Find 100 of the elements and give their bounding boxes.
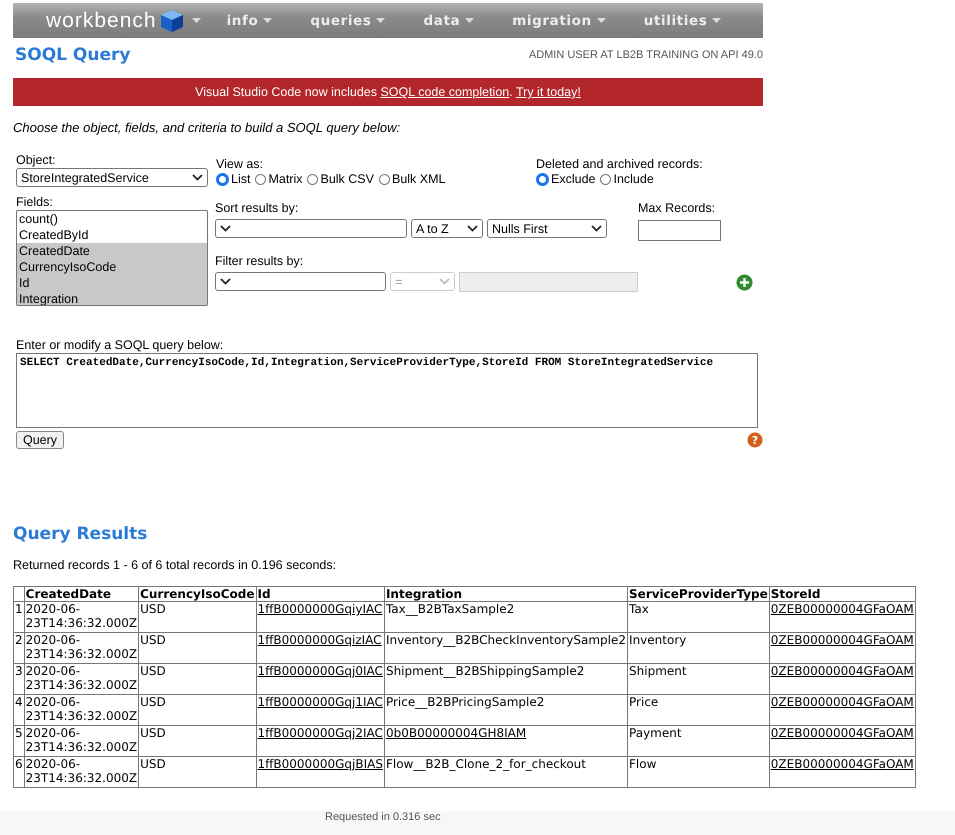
radio-label: Exclude [551, 172, 596, 186]
object-label: Object: [16, 153, 57, 167]
table-cell: USD [138, 602, 256, 632]
radio-button[interactable] [255, 174, 266, 184]
record-link[interactable]: 1ffB0000000Gqj0IAC [258, 664, 383, 678]
deleted-records-label: Deleted and archived records: [536, 157, 703, 171]
radio-label: List [231, 172, 250, 186]
column-header: CreatedDate [24, 586, 139, 602]
record-link[interactable]: 1ffB0000000Gqj1IAC [258, 695, 383, 709]
help-icon[interactable]: ? [747, 432, 763, 448]
row-number: 6 [14, 756, 24, 788]
table-cell: Payment [628, 726, 770, 756]
table-cell: Inventory [628, 632, 770, 664]
field-option[interactable]: CreatedDate [17, 243, 207, 259]
query-label: Enter or modify a SOQL query below: [16, 338, 224, 352]
table-cell: Price [628, 694, 770, 726]
table-cell: 2020-06-23T14:36:32.000Z [24, 756, 139, 788]
add-icon[interactable] [736, 274, 753, 291]
field-option[interactable]: CreatedById [17, 227, 207, 243]
table-cell: Price__B2BPricingSample2 [384, 694, 628, 726]
radio-button[interactable] [216, 172, 229, 186]
table-cell: 2020-06-23T14:36:32.000Z [24, 602, 139, 632]
radio-label: Bulk XML [392, 172, 446, 186]
banner-text: Visual Studio Code now includes [195, 85, 378, 99]
record-link[interactable]: 0b0B00000004GH8IAM [386, 726, 526, 740]
record-link[interactable]: 0ZEB00000004GFaOAM [770, 602, 914, 616]
request-time: Requested in 0.316 sec [325, 811, 441, 823]
chevron-down-icon [438, 278, 450, 285]
record-link[interactable]: 0ZEB00000004GFaOAM [770, 664, 914, 678]
table-cell: 2020-06-23T14:36:32.000Z [24, 632, 139, 664]
object-dropdown[interactable]: StoreIntegratedService [16, 168, 208, 187]
fields-label: Fields: [16, 195, 54, 209]
filter-label: Filter results by: [215, 254, 304, 268]
sort-label: Sort results by: [215, 201, 300, 215]
logo-text: workbench [46, 8, 157, 32]
field-option[interactable]: CurrencyIsoCode [17, 259, 207, 275]
query-button[interactable]: Query [16, 431, 64, 449]
radio-button[interactable] [536, 172, 549, 186]
field-option[interactable]: count() [17, 211, 207, 227]
record-link[interactable]: 0ZEB00000004GFaOAM [770, 726, 914, 740]
row-number: 5 [14, 726, 24, 756]
view-as-label: View as: [216, 157, 264, 171]
field-option[interactable]: Id [17, 275, 207, 291]
record-link[interactable]: 1ffB0000000GqiyIAC [258, 602, 382, 616]
column-header: StoreId [769, 586, 916, 602]
sort-field-dropdown[interactable] [215, 219, 407, 238]
page-title: SOQL Query [15, 45, 130, 65]
column-header: CurrencyIsoCode [138, 586, 256, 602]
table-cell: Flow__B2B_Clone_2_for_checkout [384, 756, 628, 788]
table-cell: USD [138, 726, 256, 756]
table-cell: USD [138, 632, 256, 664]
table-cell: Shipment__B2BShippingSample2 [384, 664, 628, 694]
chevron-down-icon [220, 278, 231, 285]
nulls-order-dropdown[interactable]: Nulls First [487, 219, 607, 238]
max-records-label: Max Records: [638, 201, 716, 215]
caret-icon [263, 18, 272, 23]
record-link[interactable]: 1ffB0000000GqjBIAS [258, 757, 383, 771]
row-number: 3 [14, 664, 24, 694]
record-link[interactable]: 0ZEB00000004GFaOAM [770, 757, 914, 771]
row-number: 4 [14, 694, 24, 726]
record-link[interactable]: 1ffB0000000Gqj2IAC [258, 726, 383, 740]
column-header: Integration [384, 586, 628, 602]
chevron-down-icon [192, 174, 203, 181]
caret-icon [712, 18, 722, 23]
table-cell: Tax__B2BTaxSample2 [384, 602, 628, 632]
banner-text: . [509, 85, 514, 99]
max-records-field[interactable] [638, 220, 721, 241]
table-cell: 2020-06-23T14:36:32.000Z [24, 664, 139, 694]
radio-button[interactable] [307, 174, 318, 184]
column-header: ServiceProviderType [628, 586, 770, 602]
radio-button[interactable] [600, 174, 612, 184]
chevron-down-icon [220, 225, 231, 232]
filter-value-field[interactable] [458, 272, 638, 292]
caret-icon [465, 18, 474, 23]
table-cell: USD [138, 756, 256, 788]
row-number: 2 [14, 632, 24, 664]
radio-label: Matrix [268, 172, 302, 186]
radio-button[interactable] [378, 174, 390, 184]
filter-field-dropdown[interactable] [215, 272, 386, 291]
instructions-text: Choose the object, fields, and criteria to build a SOQL query below: [13, 120, 402, 135]
record-link[interactable]: 0ZEB00000004GFaOAM [770, 633, 914, 647]
table-cell: Inventory__B2BCheckInventorySample2 [384, 632, 628, 664]
sort-direction-dropdown[interactable]: A to Z [411, 219, 483, 238]
results-summary: Returned records 1 - 6 of 6 total records in 0.196 seconds: [13, 558, 338, 572]
table-cell: 2020-06-23T14:36:32.000Z [24, 726, 139, 756]
table-cell: Shipment [628, 664, 770, 694]
table-cell: Flow [628, 756, 770, 788]
banner-link[interactable]: Try it today! [516, 85, 581, 99]
radio-label: Include [613, 172, 654, 186]
caret-icon [596, 18, 606, 23]
caret-icon [376, 18, 386, 23]
cube-icon [158, 8, 185, 34]
banner-link[interactable]: SOQL code completion [380, 85, 510, 99]
query-text-area[interactable]: SELECT CreatedDate,CurrencyIsoCode,Id,Integration,ServiceProviderType,StoreId FROM StoreIntegratedService [16, 353, 758, 428]
record-link[interactable]: 1ffB0000000GqizIAC [258, 633, 382, 647]
radio-label: Bulk CSV [320, 172, 374, 186]
table-cell: USD [138, 694, 256, 726]
row-number: 1 [14, 602, 24, 632]
record-link[interactable]: 0ZEB00000004GFaOAM [770, 695, 914, 709]
table-cell: Tax [628, 602, 770, 632]
